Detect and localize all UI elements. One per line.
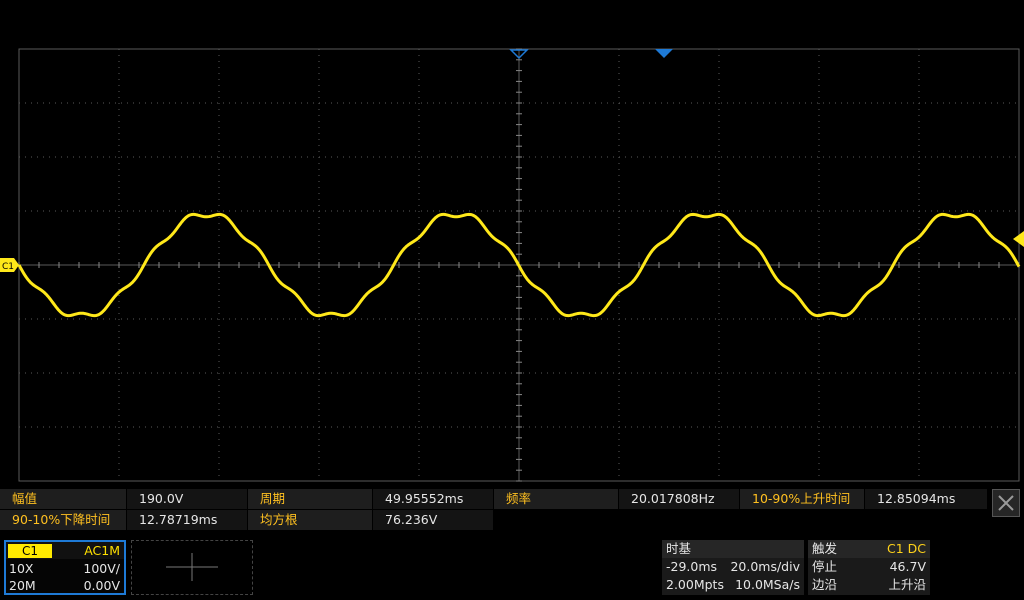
timebase-row-1: -29.0ms 20.0ms/div (662, 558, 804, 576)
trigger-source: C1 DC (886, 541, 926, 556)
trigger-status: 停止 (812, 559, 838, 574)
close-icon (998, 495, 1014, 511)
trigger-row-1: 停止 46.7V (808, 558, 930, 576)
channel1-probe: 10X (9, 561, 34, 576)
timebase-title: 时基 (666, 541, 692, 556)
trigger-level: 46.7V (889, 559, 926, 574)
frequency-value: 20.017808Hz (619, 489, 739, 509)
channel1-panel[interactable]: C1 AC1M 10X 100V/ 20M 0.00V (4, 540, 126, 595)
rms-label[interactable]: 均方根 (248, 510, 372, 530)
timebase-panel[interactable]: 时基 -29.0ms 20.0ms/div 2.00Mpts 10.0MSa/s (662, 540, 804, 595)
trigger-delay-marker-icon[interactable] (655, 49, 673, 58)
rise-time-value: 12.85094ms (865, 489, 987, 509)
channel1-offset: 0.00V (83, 578, 120, 593)
amplitude-label[interactable]: 幅值 (0, 489, 126, 509)
trigger-slope: 上升沿 (888, 577, 926, 592)
trigger-row-2: 边沿 上升沿 (808, 576, 930, 594)
channel1-row-probe: 10X 100V/ (6, 560, 124, 577)
oscilloscope-screen: C1 幅值 190.0V 周期 49.95552ms 频率 20.017808H… (0, 0, 1024, 600)
timebase-scale: 20.0ms/div (730, 559, 800, 574)
trigger-header: 触发 C1 DC (808, 540, 930, 558)
status-bar: C1 AC1M 10X 100V/ 20M 0.00V 时基 -29.0ms 2… (0, 534, 1024, 600)
channel1-scale: 100V/ (83, 561, 120, 576)
rise-time-label[interactable]: 10-90%上升时间 (740, 489, 864, 509)
close-measurements-button[interactable] (992, 489, 1020, 517)
add-channel-slot[interactable] (131, 540, 253, 595)
timebase-sample-rate: 10.0MSa/s (735, 577, 800, 592)
timebase-memory: 2.00Mpts (666, 577, 724, 592)
fall-time-label[interactable]: 90-10%下降时间 (0, 510, 126, 530)
rms-value: 76.236V (373, 510, 493, 530)
measurement-bar: 幅值 190.0V 周期 49.95552ms 频率 20.017808Hz 1… (0, 487, 1024, 530)
waveform-display[interactable]: C1 (0, 0, 1024, 486)
channel1-tag: C1 (8, 544, 52, 558)
channel1-marker-label: C1 (2, 262, 14, 272)
timebase-row-2: 2.00Mpts 10.0MSa/s (662, 576, 804, 594)
plus-icon (166, 553, 218, 581)
channel1-bandwidth: 20M (9, 578, 36, 593)
trigger-type: 边沿 (812, 577, 838, 592)
frequency-label[interactable]: 频率 (494, 489, 618, 509)
channel1-header: C1 AC1M (6, 542, 124, 559)
timebase-delay: -29.0ms (666, 559, 718, 574)
channel1-offset-marker[interactable]: C1 (0, 258, 19, 272)
timebase-header: 时基 (662, 540, 804, 558)
trigger-title: 触发 (812, 541, 838, 556)
period-value: 49.95552ms (373, 489, 493, 509)
channel1-coupling: AC1M (84, 543, 120, 558)
channel1-row-bandwidth: 20M 0.00V (6, 577, 124, 594)
fall-time-value: 12.78719ms (127, 510, 247, 530)
trigger-panel[interactable]: 触发 C1 DC 停止 46.7V 边沿 上升沿 (808, 540, 930, 595)
period-label[interactable]: 周期 (248, 489, 372, 509)
amplitude-value: 190.0V (127, 489, 247, 509)
